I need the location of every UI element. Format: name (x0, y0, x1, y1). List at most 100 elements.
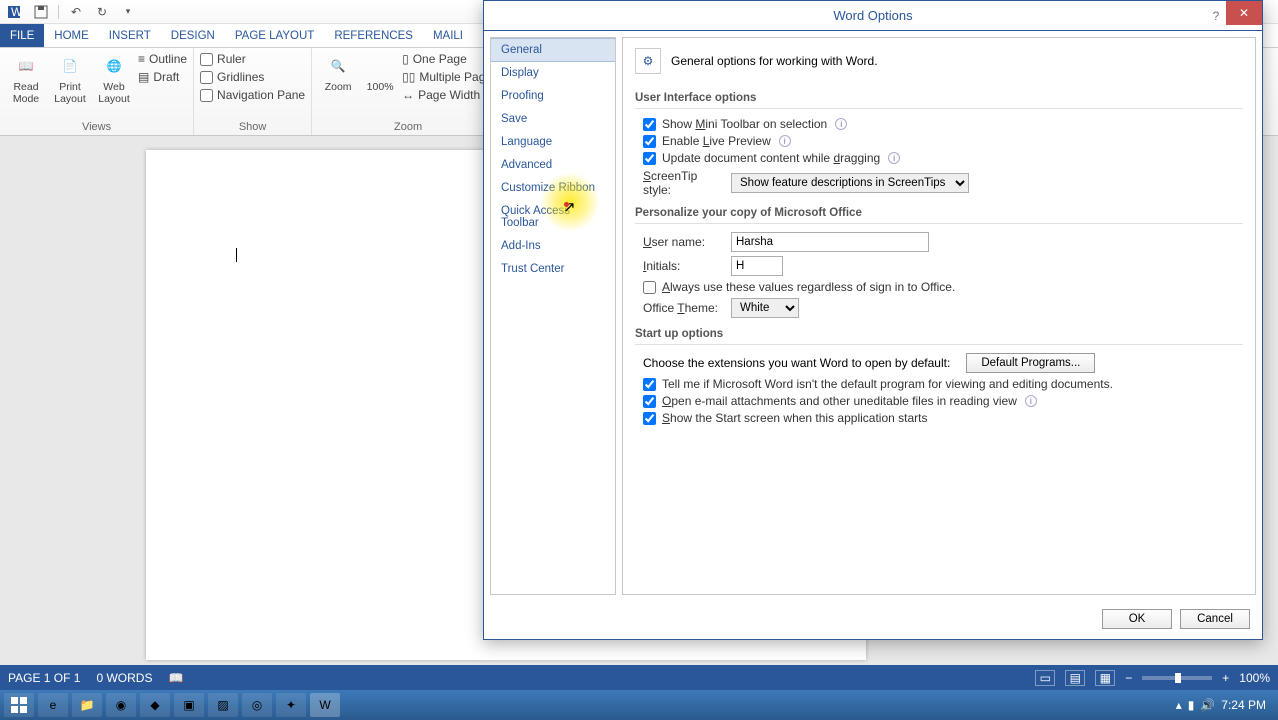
zoom-slider[interactable] (1142, 676, 1212, 680)
web-layout-button[interactable]: 🌐Web Layout (94, 50, 134, 119)
close-icon[interactable]: ✕ (1226, 1, 1262, 25)
section-ui-options: User Interface options (635, 88, 1243, 109)
svg-text:W: W (11, 5, 23, 19)
page-icon: 📄 (56, 52, 84, 80)
lbl-username: User name: (643, 235, 723, 249)
system-tray: ▴ ▮ 🔊 7:24 PM (1176, 698, 1274, 712)
nav-display[interactable]: Display (491, 62, 615, 85)
cancel-button[interactable]: Cancel (1180, 609, 1250, 629)
start-button[interactable] (4, 693, 34, 717)
status-words[interactable]: 0 WORDS (96, 671, 152, 685)
status-proofing-icon[interactable]: 📖 (168, 671, 183, 685)
ruler-checkbox[interactable]: Ruler (200, 52, 305, 66)
gridlines-checkbox[interactable]: Gridlines (200, 70, 305, 84)
nav-general[interactable]: General (491, 38, 615, 62)
tab-design[interactable]: DESIGN (161, 24, 225, 47)
app-icon-5[interactable]: ✦ (276, 693, 306, 717)
info-icon[interactable]: i (779, 135, 791, 147)
qat-dropdown-icon[interactable]: ▾ (119, 3, 137, 21)
undo-icon[interactable]: ↶ (67, 3, 85, 21)
lbl-open-email[interactable]: Open e-mail attachments and other unedit… (662, 394, 1017, 408)
chk-open-email[interactable] (643, 395, 656, 408)
group-label-zoom: Zoom (318, 119, 498, 135)
info-icon[interactable]: i (1025, 395, 1037, 407)
nav-addins[interactable]: Add-Ins (491, 235, 615, 258)
nav-trust-center[interactable]: Trust Center (491, 258, 615, 281)
draft-icon: ▤ (138, 70, 149, 84)
tray-time[interactable]: 7:24 PM (1221, 698, 1266, 712)
app-icon-2[interactable]: ▣ (174, 693, 204, 717)
lbl-update-drag[interactable]: Update document content while dragging (662, 151, 880, 165)
text-cursor (236, 248, 237, 262)
screentip-select[interactable]: Show feature descriptions in ScreenTips (731, 173, 969, 193)
dialog-nav: General Display Proofing Save Language A… (490, 37, 616, 595)
navpane-checkbox[interactable]: Navigation Pane (200, 88, 305, 102)
tray-volume-icon[interactable]: 🔊 (1200, 698, 1215, 712)
word-taskbar-icon[interactable]: W (310, 693, 340, 717)
tab-references[interactable]: REFERENCES (324, 24, 423, 47)
nav-save[interactable]: Save (491, 108, 615, 131)
initials-input[interactable] (731, 256, 783, 276)
info-icon[interactable]: i (835, 118, 847, 130)
tab-mailings[interactable]: MAILI (423, 24, 473, 47)
tab-insert[interactable]: INSERT (99, 24, 161, 47)
tab-page-layout[interactable]: PAGE LAYOUT (225, 24, 324, 47)
dialog-titlebar[interactable]: Word Options ? ✕ (484, 1, 1262, 31)
lbl-live-preview[interactable]: Enable Live Preview (662, 134, 771, 148)
redo-icon[interactable]: ↻ (93, 3, 111, 21)
group-show: Ruler Gridlines Navigation Pane Show (194, 48, 312, 135)
section-personalize: Personalize your copy of Microsoft Offic… (635, 203, 1243, 224)
zoom-100-button[interactable]: 100% (362, 50, 398, 119)
lbl-tell-default[interactable]: Tell me if Microsoft Word isn't the defa… (662, 377, 1113, 391)
explorer-icon[interactable]: 📁 (72, 693, 102, 717)
tray-up-icon[interactable]: ▴ (1176, 698, 1182, 712)
view-read-icon[interactable]: ▭ (1035, 670, 1055, 686)
app-icon-3[interactable]: ▨ (208, 693, 238, 717)
tray-network-icon[interactable]: ▮ (1188, 698, 1195, 712)
nav-language[interactable]: Language (491, 131, 615, 154)
gear-icon: ⚙ (635, 48, 661, 74)
view-print-icon[interactable]: ▤ (1065, 670, 1085, 686)
nav-qat[interactable]: Quick Access Toolbar (491, 200, 615, 235)
view-web-icon[interactable]: ▦ (1095, 670, 1115, 686)
book-icon: 📖 (12, 52, 40, 80)
lbl-always-values[interactable]: Always use these values regardless of si… (662, 280, 955, 294)
read-mode-button[interactable]: 📖Read Mode (6, 50, 46, 119)
default-programs-button[interactable]: Default Programs... (966, 353, 1095, 373)
tab-file[interactable]: FILE (0, 24, 44, 47)
lbl-start-screen[interactable]: Show the Start screen when this applicat… (662, 411, 927, 425)
outline-button[interactable]: ≡Outline (138, 52, 187, 66)
lbl-theme: Office Theme: (643, 301, 723, 315)
group-zoom: 🔍Zoom 100% ▯One Page ▯▯Multiple Pages ↔P… (312, 48, 505, 135)
status-page[interactable]: PAGE 1 OF 1 (8, 671, 80, 685)
app-icon-1[interactable]: ◆ (140, 693, 170, 717)
nav-advanced[interactable]: Advanced (491, 154, 615, 177)
zoom-button[interactable]: 🔍Zoom (318, 50, 358, 119)
chk-tell-default[interactable] (643, 378, 656, 391)
ok-button[interactable]: OK (1102, 609, 1172, 629)
info-icon[interactable]: i (888, 152, 900, 164)
section-startup: Start up options (635, 324, 1243, 345)
chrome-icon[interactable]: ◉ (106, 693, 136, 717)
chk-update-drag[interactable] (643, 152, 656, 165)
lbl-mini-toolbar[interactable]: Show Mini Toolbar on selection (662, 117, 827, 131)
print-layout-button[interactable]: 📄Print Layout (50, 50, 90, 119)
nav-customize-ribbon[interactable]: Customize Ribbon (491, 177, 615, 200)
chk-mini-toolbar[interactable] (643, 118, 656, 131)
zoom-value[interactable]: 100% (1239, 671, 1270, 685)
zoom-in-icon[interactable]: + (1222, 671, 1229, 685)
magnifier-icon: 🔍 (324, 52, 352, 80)
app-icon-4[interactable]: ◎ (242, 693, 272, 717)
tab-home[interactable]: HOME (44, 24, 99, 47)
ie-icon[interactable]: e (38, 693, 68, 717)
theme-select[interactable]: White (731, 298, 799, 318)
chk-start-screen[interactable] (643, 412, 656, 425)
chk-live-preview[interactable] (643, 135, 656, 148)
username-input[interactable] (731, 232, 929, 252)
zoom-out-icon[interactable]: − (1125, 671, 1132, 685)
chk-always-values[interactable] (643, 281, 656, 294)
draft-button[interactable]: ▤Draft (138, 70, 187, 84)
help-icon[interactable]: ? (1206, 6, 1226, 26)
save-icon[interactable] (32, 3, 50, 21)
nav-proofing[interactable]: Proofing (491, 85, 615, 108)
